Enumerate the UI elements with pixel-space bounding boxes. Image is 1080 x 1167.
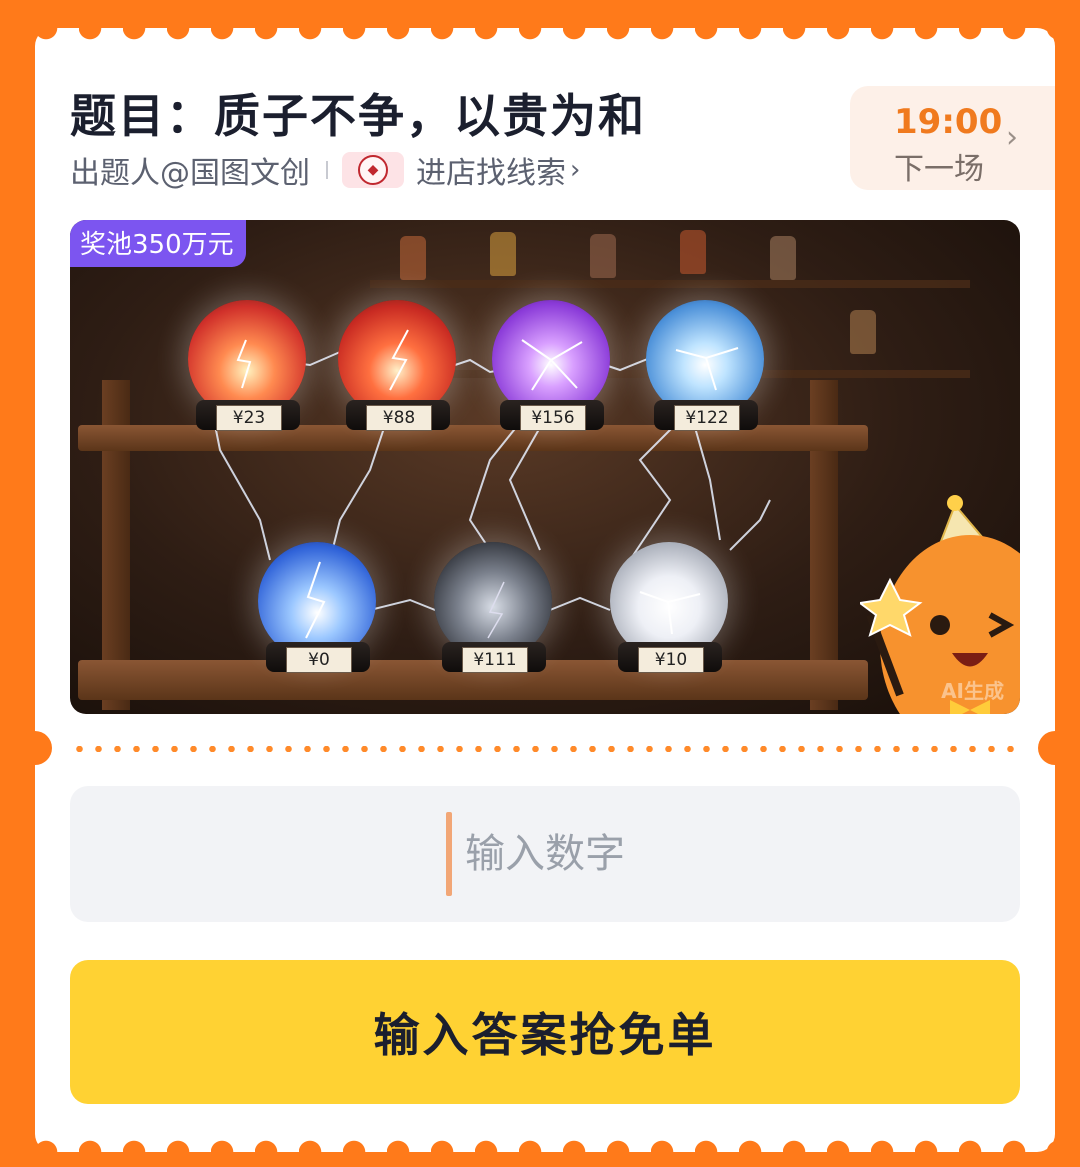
prize-pool-badge: 奖池350万元 — [70, 220, 246, 267]
next-session-button[interactable]: 19:00 下一场 › — [850, 86, 1055, 190]
price-tag: ¥111 — [462, 647, 528, 673]
dotted-divider — [70, 746, 1020, 752]
price-tag: ¥122 — [674, 405, 740, 431]
puzzle-image: ¥23 ¥88 ¥156 ¥122 ¥0 ¥111 ¥10 奖池350万元 AI… — [70, 220, 1020, 714]
setter-label: 出题人@国图文创 — [70, 156, 310, 191]
plasma-orb: ¥10 — [610, 542, 730, 692]
plasma-orb: ¥23 — [188, 300, 308, 450]
plasma-orb: ¥0 — [258, 542, 378, 692]
ticket-notch-left — [18, 731, 52, 765]
price-tag: ¥88 — [366, 405, 432, 431]
plasma-orb: ¥88 — [338, 300, 458, 450]
ticket-notch-right — [1038, 731, 1072, 765]
price-tag: ¥23 — [216, 405, 282, 431]
plasma-orb: ¥122 — [646, 300, 766, 450]
shop-logo[interactable]: ◆ — [342, 152, 404, 188]
shop-link[interactable]: 进店找线索 › — [416, 148, 580, 192]
price-tag: ¥10 — [638, 647, 704, 673]
next-session-time: 19:00 — [894, 102, 1003, 142]
ai-generated-mark: AI生成 — [941, 679, 1004, 703]
question-title: 题目：质子不争，以贵为和 — [70, 89, 646, 143]
next-session-label: 下一场 — [894, 152, 984, 187]
plasma-orb: ¥156 — [492, 300, 612, 450]
setter-row: 出题人@国图文创 ◆ 进店找线索 › — [70, 148, 580, 192]
seal-icon: ◆ — [358, 155, 388, 185]
divider — [326, 161, 328, 179]
chevron-right-icon: › — [1006, 120, 1018, 155]
price-tag: ¥0 — [286, 647, 352, 673]
chevron-right-icon: › — [570, 155, 581, 185]
shop-link-label: 进店找线索 — [416, 156, 566, 191]
answer-input[interactable] — [70, 786, 1020, 922]
ticket-scallop-bottom — [35, 1130, 1055, 1152]
text-caret — [446, 812, 452, 896]
price-tag: ¥156 — [520, 405, 586, 431]
ticket-scallop-top — [35, 28, 1055, 50]
submit-answer-button[interactable]: 输入答案抢免单 — [70, 960, 1020, 1104]
plasma-orb: ¥111 — [434, 542, 554, 692]
